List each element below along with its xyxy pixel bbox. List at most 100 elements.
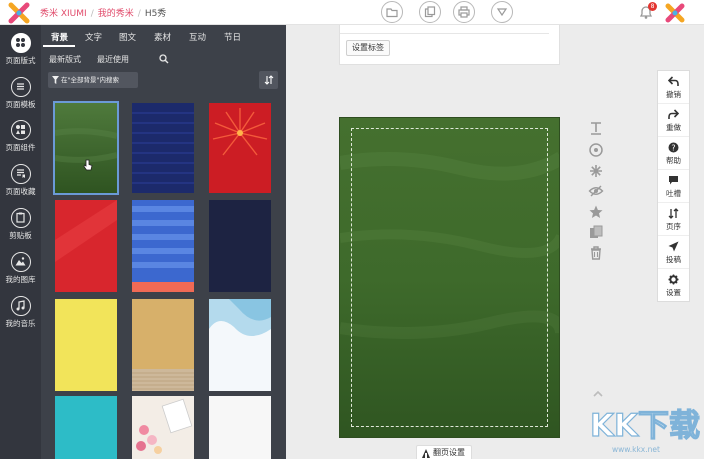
set-tag-button[interactable]: 设置标签: [346, 40, 390, 56]
settings-label: 设置: [666, 288, 681, 297]
more-button[interactable]: [491, 1, 513, 23]
safe-area-guide: [351, 128, 548, 427]
background-thumbnail[interactable]: [55, 200, 117, 292]
breadcrumb-home[interactable]: 秀米 XIUMI: [40, 9, 87, 19]
rail-item-label: 我的图库: [5, 275, 36, 284]
scroll-up-icon[interactable]: [592, 389, 604, 399]
rail-item-clipboard[interactable]: 剪贴板: [0, 208, 41, 241]
background-thumbnail[interactable]: [132, 103, 194, 193]
bookmark-list-icon: [10, 164, 31, 184]
page-flip-settings-button[interactable]: 翻页设置: [416, 445, 472, 459]
clipboard-icon: [10, 208, 31, 228]
page-flip-icon: [422, 449, 430, 458]
background-thumbnail[interactable]: [132, 396, 194, 459]
divider: [340, 33, 549, 34]
funnel-icon: [52, 76, 59, 84]
sort-button[interactable]: [259, 71, 278, 89]
rail-item-gallery[interactable]: 我的图库: [0, 252, 41, 285]
watermark-url: www.kkx.net: [612, 445, 660, 454]
undo-icon: [668, 76, 679, 86]
text-tool-icon[interactable]: [588, 120, 604, 136]
background-thumbnail[interactable]: [55, 396, 117, 459]
rail-item-label: 我的音乐: [5, 319, 36, 328]
rail-item-layout[interactable]: 页面版式: [0, 33, 41, 66]
feedback-button[interactable]: 吐槽: [658, 170, 689, 203]
left-rail: 页面版式 页面模板 页面组件 页面收藏 剪贴板 我的图库 我的音乐: [0, 25, 41, 459]
tab-holiday[interactable]: 节日: [224, 31, 241, 43]
breadcrumb-current: H5秀: [144, 9, 167, 19]
background-thumbnail[interactable]: [132, 299, 194, 391]
background-thumbnail[interactable]: [209, 103, 271, 193]
redo-icon: [668, 109, 679, 119]
xiumi-app-icon[interactable]: [664, 2, 686, 24]
rail-item-templates[interactable]: 页面模板: [0, 77, 41, 110]
print-button[interactable]: [453, 1, 475, 23]
image-icon: [10, 252, 31, 272]
xiumi-logo[interactable]: [8, 2, 30, 24]
page-canvas[interactable]: [339, 117, 560, 438]
sort-icon: [668, 208, 679, 219]
rail-item-favorites[interactable]: 页面收藏: [0, 164, 41, 197]
rail-item-label: 页面收藏: [5, 187, 36, 196]
copy-icon: [424, 6, 436, 18]
send-icon: [668, 241, 679, 252]
list-icon: [10, 77, 31, 97]
palette-icon: [10, 33, 31, 53]
background-thumbnail[interactable]: [53, 101, 119, 195]
redo-button[interactable]: 重做: [658, 104, 689, 137]
tab-background[interactable]: 背景: [51, 31, 68, 43]
undo-button[interactable]: 撤销: [658, 71, 689, 104]
tab-interactive[interactable]: 互动: [189, 31, 206, 43]
help-button[interactable]: ? 帮助: [658, 137, 689, 170]
tab-image-text[interactable]: 图文: [119, 31, 136, 43]
subtab-recent[interactable]: 最近使用: [97, 54, 129, 65]
rail-item-components[interactable]: 页面组件: [0, 120, 41, 153]
background-thumbnail[interactable]: [55, 299, 117, 391]
tab-text[interactable]: 文字: [85, 31, 102, 43]
asset-panel: 背景 文字 图文 素材 互动 节日 最新版式 最近使用 在"全部背景"内搜索: [41, 25, 286, 459]
duplicate-icon[interactable]: [588, 224, 604, 240]
rail-item-label: 页面版式: [5, 56, 36, 65]
search-icon[interactable]: [159, 54, 169, 64]
subtab-latest[interactable]: 最新版式: [49, 54, 81, 65]
kk-watermark: KK下载: [589, 407, 700, 444]
chevron-down-icon: [496, 8, 508, 17]
submit-label: 投稿: [666, 255, 681, 264]
open-button[interactable]: [381, 1, 403, 23]
circle-dot-icon[interactable]: [588, 142, 604, 158]
rail-item-label: 页面组件: [5, 143, 36, 152]
trash-icon[interactable]: [588, 245, 604, 261]
page-order-label: 页序: [666, 222, 681, 231]
redo-label: 重做: [666, 123, 681, 132]
watermark-text: KK下载: [590, 408, 700, 444]
background-thumbnail[interactable]: [132, 200, 194, 292]
submit-button[interactable]: 投稿: [658, 236, 689, 269]
breadcrumb: 秀米 XIUMI / 我的秀米 / H5秀: [40, 9, 167, 19]
copy-button[interactable]: [419, 1, 441, 23]
background-thumbnail[interactable]: [209, 396, 271, 459]
breadcrumb-my-xiumi[interactable]: 我的秀米: [98, 9, 134, 19]
page-order-button[interactable]: 页序: [658, 203, 689, 236]
background-thumbnail[interactable]: [209, 299, 271, 391]
settings-button[interactable]: 设置: [658, 269, 689, 302]
top-bar: 秀米 XIUMI / 我的秀米 / H5秀 8: [0, 0, 704, 25]
right-toolbar: 撤销 重做 ? 帮助 吐槽 页序 投稿 设置: [657, 70, 690, 302]
filter-search-button[interactable]: 在"全部背景"内搜索: [48, 72, 138, 88]
eye-off-icon[interactable]: [588, 183, 604, 199]
star-icon[interactable]: [588, 204, 604, 220]
filter-label: 在"全部背景"内搜索: [61, 76, 119, 84]
sparkle-icon[interactable]: [588, 163, 604, 179]
undo-label: 撤销: [666, 90, 681, 99]
music-icon: [10, 296, 31, 316]
folder-icon: [386, 8, 398, 18]
print-icon: [458, 6, 470, 18]
page-flip-settings-label: 翻页设置: [433, 448, 465, 457]
category-tabs: 背景 文字 图文 素材 互动 节日: [41, 25, 286, 47]
rail-item-label: 剪贴板: [9, 231, 32, 240]
background-thumbnail[interactable]: [209, 200, 271, 292]
shapes-icon: [10, 120, 31, 140]
rail-item-music[interactable]: 我的音乐: [0, 296, 41, 329]
gear-icon: [668, 274, 679, 285]
tab-materials[interactable]: 素材: [154, 31, 171, 43]
hand-cursor-icon: [83, 159, 93, 171]
